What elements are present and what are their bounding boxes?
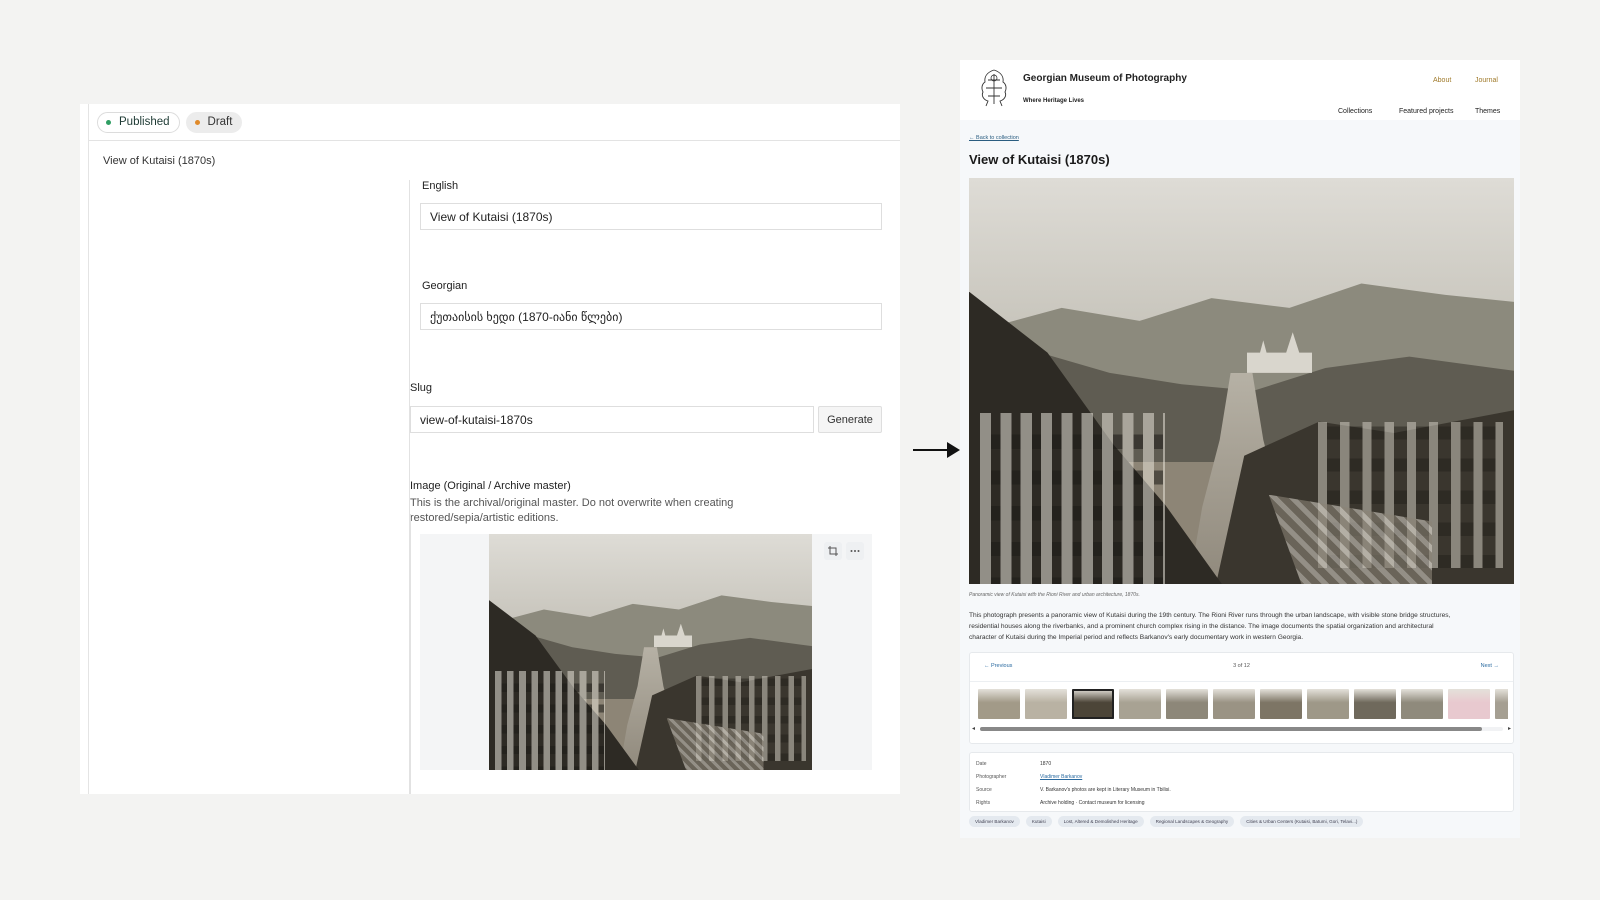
image-field-description: This is the archival/original master. Do…: [410, 496, 750, 526]
gallery-thumbnail[interactable]: [1401, 689, 1443, 719]
meta-rights-value: Archive holding · Contact museum for lic…: [1040, 800, 1145, 806]
gallery-thumbnail[interactable]: [1072, 689, 1114, 719]
gallery-thumbnail[interactable]: [978, 689, 1020, 719]
english-title-input[interactable]: View of Kutaisi (1870s): [420, 203, 882, 230]
meta-row-source: Source V. Barkanov's photos are kept in …: [976, 787, 1171, 793]
meta-rights-key: Rights: [976, 800, 991, 806]
status-published-label: Published: [119, 116, 170, 128]
tag-chip[interactable]: Lost, Altered & Demolished Heritage: [1057, 816, 1144, 827]
back-to-collection-link[interactable]: ← Back to collection: [969, 135, 1019, 141]
gallery-thumbnail[interactable]: [1260, 689, 1302, 719]
image-caption: Panoramic view of Kutaisi with the Rioni…: [969, 592, 1140, 598]
nav-journal-link[interactable]: Journal: [1475, 77, 1498, 84]
english-title-label: English: [422, 180, 459, 192]
description-line-3: character of Kutaisi during the Imperial…: [969, 634, 1304, 641]
nav-featured-projects-link[interactable]: Featured projects: [1399, 108, 1453, 115]
editor-divider: [88, 104, 89, 794]
slug-input[interactable]: view-of-kutaisi-1870s: [410, 406, 814, 433]
meta-row-date: Date 1870: [976, 761, 1051, 767]
gallery-thumbnail[interactable]: [1025, 689, 1067, 719]
gallery-thumbnail[interactable]: [1166, 689, 1208, 719]
description-line-1: This photograph presents a panoramic vie…: [969, 612, 1451, 619]
meta-photographer-key: Photographer: [976, 774, 1007, 780]
meta-date-value: 1870: [1040, 761, 1052, 767]
more-icon[interactable]: [846, 542, 864, 560]
georgian-title-input[interactable]: ქუთაისის ხედი (1870-იანი წლები): [420, 303, 882, 330]
cms-editor-panel: Published Draft View of Kutaisi (1870s) …: [80, 104, 900, 794]
artwork-description: This photograph presents a panoramic vie…: [969, 610, 1514, 643]
status-draft-label: Draft: [207, 116, 233, 128]
archive-photo-preview: [489, 534, 812, 770]
artwork-title: View of Kutaisi (1870s): [969, 152, 1110, 167]
site-header: Georgian Museum of Photography Where Her…: [960, 60, 1520, 120]
document-title: View of Kutaisi (1870s): [103, 155, 216, 167]
artwork-metadata-panel: Date 1870 Photographer Vladimer Barkanov…: [969, 752, 1514, 812]
slug-label: Slug: [410, 382, 433, 394]
tag-chip[interactable]: Regional Landscapes & Geography: [1149, 816, 1235, 827]
tag-chip[interactable]: Kutaisi: [1025, 816, 1052, 827]
meta-row-rights: Rights Archive holding · Contact museum …: [976, 800, 1145, 806]
image-preview-container[interactable]: [420, 534, 872, 770]
gallery-thumbnail-strip: [978, 689, 1508, 719]
meta-source-key: Source: [976, 787, 992, 793]
draft-dot-icon: [194, 119, 200, 125]
artwork-main-image[interactable]: [969, 178, 1514, 584]
gallery-divider: [970, 681, 1513, 682]
image-field-label: Image (Original / Archive master): [410, 480, 571, 492]
status-draft-pill[interactable]: Draft: [185, 111, 243, 133]
document-status-bar: Published Draft: [89, 104, 900, 141]
published-dot-icon: [106, 119, 111, 125]
artwork-tag-list: Vladimer Barkanov Kutaisi Lost, Altered …: [969, 816, 1364, 827]
meta-source-value: V. Barkanov's photos are kept in Literar…: [1040, 787, 1171, 793]
site-brand-name[interactable]: Georgian Museum of Photography: [1023, 73, 1187, 84]
tag-chip[interactable]: Vladimer Barkanov: [969, 816, 1020, 827]
generate-slug-button[interactable]: Generate: [818, 406, 882, 433]
scroll-right-icon[interactable]: ▸: [1508, 725, 1511, 732]
image-description-line-2: restored/sepia/artistic editions.: [410, 512, 559, 524]
gallery-thumbnail[interactable]: [1354, 689, 1396, 719]
gallery-thumbnail[interactable]: [1307, 689, 1349, 719]
arrow-icon: [913, 449, 949, 451]
nav-themes-link[interactable]: Themes: [1475, 108, 1500, 115]
gallery-next-link[interactable]: Next →: [1481, 663, 1499, 669]
site-tagline: Where Heritage Lives: [1023, 98, 1085, 104]
description-line-2: residential houses along the riverbanks,…: [969, 623, 1434, 630]
tag-chip[interactable]: Cities & Urban Centers (Kutaisi, Batumi,…: [1240, 816, 1364, 827]
nav-about-link[interactable]: About: [1433, 77, 1451, 84]
gallery-navigator: ← Previous 3 of 12 Next → ◂ ▸: [969, 652, 1514, 744]
gallery-thumbnail[interactable]: [1119, 689, 1161, 719]
nav-collections-link[interactable]: Collections: [1338, 108, 1372, 115]
arrow-head-icon: [947, 442, 960, 458]
georgian-title-label: Georgian: [422, 280, 468, 292]
meta-row-photographer: Photographer Vladimer Barkanov: [976, 774, 1082, 780]
image-description-line-1: This is the archival/original master. Do…: [410, 497, 734, 509]
image-field-divider: [410, 514, 411, 794]
meta-date-key: Date: [976, 761, 987, 767]
crop-icon[interactable]: [824, 542, 842, 560]
gallery-scrollbar-thumb[interactable]: [980, 727, 1483, 731]
gallery-scrollbar[interactable]: [980, 727, 1503, 731]
status-published-pill[interactable]: Published: [97, 111, 180, 133]
gallery-counter: 3 of 12: [1233, 663, 1250, 669]
gallery-thumbnail[interactable]: [1495, 689, 1508, 719]
gallery-thumbnail[interactable]: [1448, 689, 1490, 719]
scroll-left-icon[interactable]: ◂: [972, 725, 975, 732]
gallery-thumbnail[interactable]: [1213, 689, 1255, 719]
meta-photographer-link[interactable]: Vladimer Barkanov: [1040, 774, 1082, 780]
museum-logo-icon: [981, 69, 1007, 107]
public-site-preview: Georgian Museum of Photography Where Her…: [960, 60, 1520, 838]
